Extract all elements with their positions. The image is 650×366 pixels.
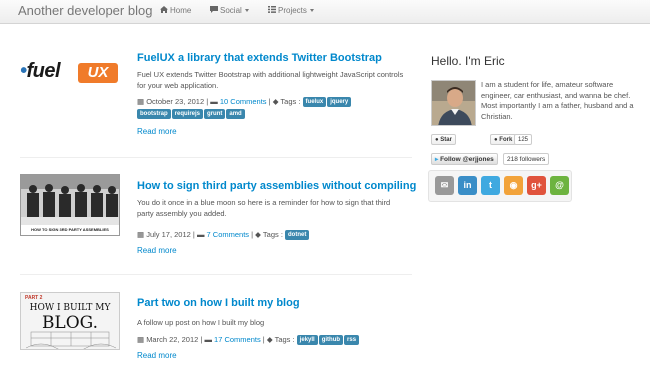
rss-icon[interactable]: ◉ [504, 176, 523, 195]
post-meta: ▦ March 22, 2012 | ▬ 17 Comments | ◆ Tag… [137, 334, 360, 345]
read-more-link[interactable]: Read more [137, 127, 177, 136]
post-excerpt: You do it once in a blue moon so here is… [137, 198, 391, 218]
tag-icon: ◆ [272, 97, 279, 106]
twitter-icon: ▸ [435, 156, 439, 163]
post-item: PART 2 HOW I BUILT MY BLOG. Part two on … [20, 290, 412, 366]
tag-badge[interactable]: jquery [327, 97, 352, 107]
post-date: October 23, 2012 [146, 97, 205, 106]
comments-link[interactable]: 10 Comments [220, 97, 267, 106]
github-icon: ● [435, 137, 439, 143]
nav-social-label: Social [220, 6, 242, 15]
nav-projects-dropdown[interactable]: Projects [268, 6, 314, 15]
comment-icon: ▬ [210, 97, 218, 106]
post-thumbnail-fuelux[interactable]: •fuel UX [20, 56, 120, 92]
github-fork-count: 125 [514, 134, 533, 145]
thumbnail-part: PART 2 [25, 295, 43, 301]
thumbnail-caption: HOW TO SIGN 3RD PARTY ASSEMBLIES [21, 225, 119, 235]
post-thumbnail-blog[interactable]: PART 2 HOW I BUILT MY BLOG. [20, 292, 120, 350]
post-title-link[interactable]: Part two on how I built my blog [137, 297, 300, 309]
github-icon: ● [494, 137, 498, 143]
calendar-icon: ▦ [137, 230, 145, 239]
comment-icon: ▬ [204, 335, 212, 344]
comment-icon: ▬ [196, 230, 205, 239]
post-title-link[interactable]: How to sign third party assemblies witho… [137, 180, 416, 192]
post-divider [20, 157, 412, 158]
tag-badge[interactable]: amd [226, 109, 245, 119]
tag-icon: ◆ [255, 230, 261, 239]
photo-figures-icon [21, 175, 119, 225]
github-star-button[interactable]: ● Star [431, 134, 456, 145]
comments-link[interactable]: 7 Comments [207, 230, 250, 239]
googleplus-icon[interactable]: g+ [527, 176, 546, 195]
post-excerpt: A follow up post on how I built my blog [137, 318, 265, 327]
nav-home-label: Home [170, 6, 192, 15]
avatar [431, 80, 476, 126]
read-more-link[interactable]: Read more [137, 246, 177, 255]
linkedin-icon[interactable]: in [458, 176, 477, 195]
sidebar-bio: I am a student for life, amateur softwar… [481, 80, 634, 121]
tag-badge[interactable]: bootstrap [137, 109, 171, 119]
chevron-down-icon [309, 9, 314, 12]
post-excerpt: Fuel UX extends Twitter Bootstrap with a… [137, 70, 404, 90]
post-date: March 22, 2012 [146, 335, 199, 344]
navbar: Another developer blog Home Social Proje… [0, 0, 650, 24]
tag-badge[interactable]: grunt [204, 109, 226, 119]
tag-badge[interactable]: jekyll [296, 335, 318, 345]
sidebar-title: Hello. I'm Eric [431, 54, 505, 68]
tag-badge[interactable]: github [318, 335, 344, 345]
nav-projects-label: Projects [278, 6, 307, 15]
post-meta: ▦ October 23, 2012 | ▬ 10 Comments | ◆ T… [137, 96, 352, 107]
nav-home[interactable]: Home [160, 6, 191, 15]
post-thumbnail-signing[interactable]: HOW TO SIGN 3RD PARTY ASSEMBLIES [20, 174, 120, 236]
chevron-down-icon [244, 9, 249, 12]
thumbnail-line1: HOW I BUILT MY [29, 303, 111, 313]
post-item: HOW TO SIGN 3RD PARTY ASSEMBLIES How to … [20, 174, 416, 264]
tag-badge[interactable]: requirejs [171, 109, 204, 119]
post-divider [20, 274, 412, 275]
fuelux-logo-prefix: fuel [26, 60, 61, 82]
blueprint-sketch-icon [25, 331, 117, 349]
tags-label: Tags : [262, 230, 283, 239]
post-meta: ▦ July 17, 2012 | ▬ 7 Comments | ◆ Tags … [137, 229, 310, 240]
tags-label: Tags : [274, 335, 295, 344]
comment-icon [210, 6, 218, 15]
calendar-icon: ▦ [137, 335, 145, 344]
github-fork-label: Fork [499, 137, 513, 143]
list-icon [268, 6, 276, 15]
tag-badge[interactable]: fuelux [302, 97, 327, 107]
tag-badge[interactable]: rss [344, 335, 360, 345]
at-icon[interactable]: @ [550, 176, 569, 195]
github-star-label: Star [440, 137, 452, 143]
post-item: •fuel UX FuelUX a library that extends T… [20, 46, 412, 146]
post-tags-row: bootstrap requirejs grunt amd [137, 108, 246, 119]
post-date: July 17, 2012 [146, 230, 191, 239]
twitter-follow-button[interactable]: ▸ Follow @erjjones [431, 153, 498, 165]
twitter-follower-count: 218 followers [503, 153, 550, 165]
github-fork-button[interactable]: ● Fork [490, 134, 517, 145]
nav-social-dropdown[interactable]: Social [210, 6, 249, 15]
tags-label: Tags : [280, 97, 301, 106]
home-icon [160, 6, 168, 15]
tag-badge[interactable]: dotnet [285, 230, 310, 240]
twitter-icon[interactable]: t [481, 176, 500, 195]
calendar-icon: ▦ [137, 97, 145, 106]
fuelux-logo-suffix: UX [78, 63, 118, 83]
read-more-link[interactable]: Read more [137, 351, 177, 360]
tag-icon: ◆ [266, 335, 273, 344]
email-icon[interactable]: ✉ [435, 176, 454, 195]
brand-link[interactable]: Another developer blog [18, 3, 152, 18]
post-title-link[interactable]: FuelUX a library that extends Twitter Bo… [137, 52, 382, 64]
comments-link[interactable]: 17 Comments [214, 335, 261, 344]
twitter-follow-label: Follow @erjjones [440, 156, 494, 163]
